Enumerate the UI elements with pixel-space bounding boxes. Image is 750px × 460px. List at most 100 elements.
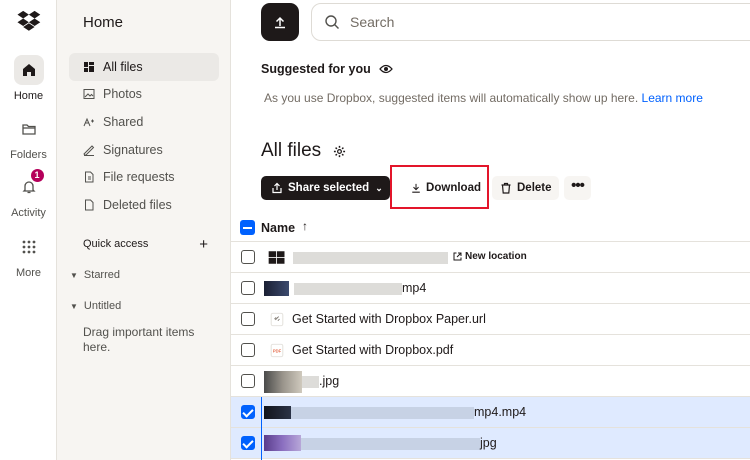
video-thumbnail — [264, 406, 291, 419]
sidebar: Home All files Photos Shared Signatures … — [57, 0, 231, 460]
sidebar-nav: All files Photos Shared Signatures File … — [69, 53, 219, 219]
table-row[interactable]: New location — [231, 242, 750, 273]
table-row[interactable]: mp4 — [231, 273, 750, 304]
sort-arrow-up-icon[interactable]: ↑ — [302, 219, 308, 233]
sidebar-title: Home — [83, 14, 124, 31]
table-row-selected[interactable]: jpg — [231, 428, 750, 459]
rail-folders[interactable]: Folders — [0, 114, 57, 161]
add-quick-access-button[interactable]: + — [199, 236, 208, 253]
redacted-filename — [291, 407, 474, 419]
table-row[interactable]: PDF Get Started with Dropbox.pdf — [231, 335, 750, 366]
row-checkbox[interactable] — [241, 374, 255, 388]
upload-button[interactable] — [261, 3, 299, 41]
image-thumbnail — [264, 435, 301, 451]
photo-icon — [83, 89, 95, 100]
table-row-selected[interactable]: mp4.mp4 — [231, 397, 750, 428]
activity-badge: 1 — [30, 169, 44, 182]
pdf-file-icon: PDF — [270, 343, 284, 358]
file-name[interactable]: Get Started with Dropbox Paper.url — [292, 312, 486, 326]
file-name-suffix: mp4.mp4 — [474, 405, 527, 419]
new-location-link[interactable]: New location — [453, 251, 527, 262]
file-request-icon — [85, 171, 94, 183]
shared-icon — [83, 117, 94, 127]
eye-icon[interactable] — [378, 63, 393, 75]
sidebar-item-photos[interactable]: Photos — [69, 81, 219, 109]
redacted-filename — [301, 438, 480, 450]
sidebar-item-label: All files — [103, 59, 143, 74]
starred-label: Starred — [83, 269, 120, 281]
trash-icon — [501, 182, 511, 194]
search-placeholder: Search — [350, 14, 395, 30]
all-files-icon — [84, 61, 94, 72]
name-column-header[interactable]: Name — [261, 221, 295, 235]
file-table: Name ↑ New location mp4 Get Started with… — [231, 214, 750, 459]
main-content: Search Suggested for you As you use Drop… — [231, 0, 750, 460]
file-name[interactable]: Get Started with Dropbox.pdf — [292, 343, 453, 357]
sidebar-item-file-requests[interactable]: File requests — [69, 163, 219, 191]
learn-more-link[interactable]: Learn more — [642, 91, 703, 105]
select-all-checkbox[interactable] — [240, 220, 255, 235]
sidebar-item-label: File requests — [103, 170, 175, 185]
dropbox-logo-icon[interactable] — [17, 8, 41, 32]
sidebar-item-label: Signatures — [103, 142, 163, 157]
sidebar-item-signatures[interactable]: Signatures — [69, 136, 219, 164]
delete-button[interactable]: Delete — [492, 176, 559, 200]
chevron-down-icon: ▼ — [70, 301, 78, 311]
suggested-text: As you use Dropbox, suggested items will… — [264, 91, 639, 105]
rail-home-label: Home — [13, 90, 44, 102]
share-selected-label: Share selected — [288, 182, 370, 194]
rail-activity-label: Activity — [11, 207, 46, 219]
file-name-suffix: mp4 — [402, 281, 427, 295]
rail-more-label: More — [15, 267, 42, 279]
upload-icon — [275, 16, 285, 29]
windows-file-icon — [268, 251, 285, 264]
row-checkbox[interactable] — [241, 250, 255, 264]
rail-activity[interactable]: 1 Activity — [0, 169, 57, 219]
bell-icon: 1 — [14, 169, 44, 202]
sidebar-item-deleted-files[interactable]: Deleted files — [69, 191, 219, 219]
home-icon — [13, 55, 44, 85]
sidebar-item-all-files[interactable]: All files — [69, 53, 219, 81]
more-options-button[interactable]: ••• — [564, 176, 591, 200]
search-icon — [325, 15, 339, 29]
table-row[interactable]: .jpg — [231, 366, 750, 397]
svg-text:PDF: PDF — [273, 349, 282, 354]
sidebar-item-label: Shared — [103, 114, 144, 129]
suggested-title: Suggested for you — [261, 62, 371, 76]
untitled-section-toggle[interactable]: ▼ Untitled — [70, 300, 121, 312]
suggested-heading: Suggested for you — [261, 62, 393, 76]
table-row[interactable]: Get Started with Dropbox Paper.url — [231, 304, 750, 335]
row-checkbox-checked[interactable] — [241, 405, 255, 419]
sidebar-item-label: Deleted files — [103, 197, 172, 212]
share-icon — [272, 182, 282, 194]
download-highlight-box — [390, 165, 489, 209]
file-name-suffix: .jpg — [319, 374, 340, 388]
row-checkbox[interactable] — [241, 281, 255, 295]
redacted-filename — [293, 252, 448, 264]
file-name-suffix: jpg — [480, 436, 497, 450]
page-title-text: All files — [261, 140, 322, 161]
sidebar-item-label: Photos — [103, 87, 142, 102]
row-checkbox-checked[interactable] — [241, 436, 255, 450]
redacted-filename — [302, 376, 319, 388]
rail-more[interactable]: More — [0, 232, 57, 279]
table-header: Name ↑ — [231, 214, 750, 242]
external-link-icon — [453, 252, 462, 261]
page-title: All files — [261, 140, 346, 162]
chevron-down-icon: ⌄ — [375, 182, 383, 193]
starred-section-toggle[interactable]: ▼ Starred — [70, 269, 120, 281]
delete-label: Delete — [517, 182, 552, 194]
search-input[interactable]: Search — [311, 3, 750, 41]
folder-icon — [14, 114, 44, 144]
grid-icon — [14, 232, 44, 262]
rail-home[interactable]: Home — [0, 55, 57, 102]
row-checkbox[interactable] — [241, 343, 255, 357]
rail-folders-label: Folders — [10, 149, 47, 161]
trash-icon — [85, 199, 94, 211]
quick-access-heading: Quick access — [83, 238, 149, 250]
sidebar-item-shared[interactable]: Shared — [69, 108, 219, 136]
row-checkbox[interactable] — [241, 312, 255, 326]
share-selected-button[interactable]: Share selected ⌄ — [261, 176, 390, 200]
image-thumbnail — [264, 371, 302, 393]
gear-icon[interactable] — [333, 145, 346, 158]
